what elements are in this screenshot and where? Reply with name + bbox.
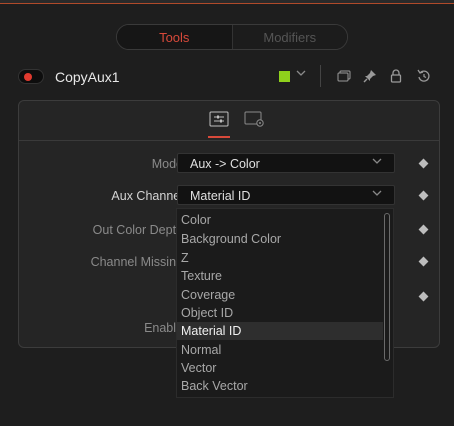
versions-icon[interactable]	[334, 65, 354, 87]
tab-tools[interactable]: Tools	[117, 25, 232, 49]
window-top-edge	[0, 0, 454, 4]
chevron-down-icon	[372, 189, 382, 200]
keyframe-diamond-icon[interactable]	[418, 224, 429, 235]
aux-channel-value: Material ID	[190, 189, 251, 203]
node-name: CopyAux1	[55, 69, 120, 85]
keyframe-diamond-icon[interactable]	[418, 158, 429, 169]
dropdown-option[interactable]: Texture	[177, 267, 383, 285]
dropdown-scrollbar[interactable]	[384, 213, 390, 361]
active-page-indicator	[208, 136, 230, 138]
keyframe-diamond-icon[interactable]	[418, 291, 429, 302]
reset-icon[interactable]	[414, 65, 434, 87]
dropdown-option[interactable]: Object ID	[177, 304, 383, 322]
dropdown-option[interactable]: Normal	[177, 341, 383, 359]
aux-channel-label: Aux Channel	[111, 189, 183, 203]
color-swatch[interactable]	[279, 71, 290, 82]
control-page-tabs	[19, 101, 439, 141]
lock-icon[interactable]	[386, 65, 406, 87]
dropdown-option[interactable]: Vector	[177, 359, 383, 377]
keyframe-diamond-icon[interactable]	[418, 256, 429, 267]
dropdown-option[interactable]: Back Vector	[177, 377, 383, 395]
aux-channel-combo[interactable]: Material ID	[177, 185, 395, 205]
chevron-down-icon[interactable]	[296, 68, 306, 80]
channel-missing-label: Channel Missing	[90, 255, 183, 269]
dropdown-option[interactable]: Coverage	[177, 286, 383, 304]
keyframe-diamond-icon[interactable]	[418, 190, 429, 201]
node-header: CopyAux1	[0, 60, 454, 94]
chevron-down-icon	[372, 157, 382, 168]
inspector-tabs: Tools Modifiers	[116, 24, 348, 50]
sliders-icon[interactable]	[207, 109, 231, 129]
pin-icon[interactable]	[360, 65, 380, 87]
dropdown-option[interactable]: Background Color	[177, 230, 383, 248]
header-divider	[320, 65, 321, 87]
aux-channel-row: Aux Channel Material ID	[19, 185, 439, 207]
node-enable-toggle[interactable]	[18, 69, 44, 84]
dropdown-option[interactable]: Color	[177, 211, 383, 229]
dropdown-option[interactable]: Z	[177, 249, 383, 267]
settings-gear-icon[interactable]	[243, 109, 267, 129]
mode-row: Mode Aux -> Color	[19, 153, 439, 175]
toggle-icon	[24, 73, 32, 81]
mode-combo[interactable]: Aux -> Color	[177, 153, 395, 173]
aux-channel-dropdown-list: Color Background Color Z Texture Coverag…	[176, 208, 394, 398]
out-color-depth-label: Out Color Depth	[92, 223, 183, 237]
dropdown-option-selected[interactable]: Material ID	[177, 322, 383, 340]
mode-value: Aux -> Color	[190, 157, 260, 171]
tab-modifiers[interactable]: Modifiers	[231, 25, 347, 49]
